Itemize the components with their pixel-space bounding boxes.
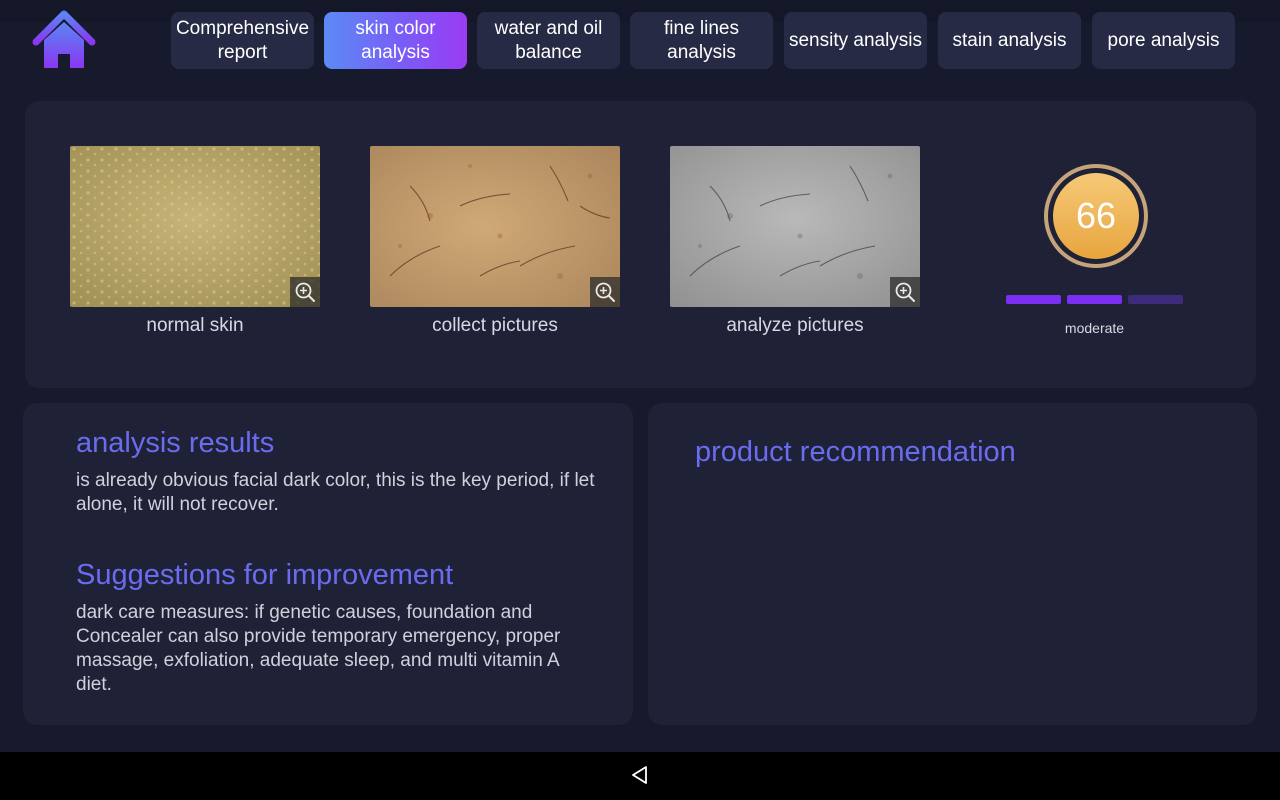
tab-stain-analysis[interactable]: stain analysis bbox=[938, 12, 1081, 69]
analysis-results-title: analysis results bbox=[76, 427, 275, 459]
analysis-results-text: is already obvious facial dark color, th… bbox=[76, 470, 595, 515]
zoom-button[interactable] bbox=[590, 277, 620, 307]
analyze-picture-image[interactable] bbox=[670, 146, 920, 307]
zoom-in-icon bbox=[895, 282, 915, 302]
back-triangle-icon bbox=[632, 766, 647, 784]
score-value: 66 bbox=[1075, 195, 1117, 236]
tab-skin-color-analysis[interactable]: skin color analysis bbox=[324, 12, 467, 69]
recommendation-panel: product recommendation bbox=[648, 403, 1257, 725]
tab-pore-analysis[interactable]: pore analysis bbox=[1092, 12, 1235, 69]
level-bar-segment-1 bbox=[1006, 295, 1061, 304]
level-bar-segment-3 bbox=[1128, 295, 1183, 304]
home-button[interactable] bbox=[32, 10, 96, 72]
image-caption: normal skin bbox=[146, 315, 244, 336]
collect-picture-image[interactable] bbox=[370, 146, 620, 307]
image-caption: collect pictures bbox=[432, 315, 558, 336]
zoom-button[interactable] bbox=[290, 277, 320, 307]
image-caption: analyze pictures bbox=[726, 315, 864, 336]
skin-texture bbox=[70, 146, 320, 307]
tab-label: water and oil balance bbox=[494, 17, 603, 63]
skin-texture bbox=[670, 146, 920, 307]
suggestions-title: Suggestions for improvement bbox=[76, 559, 454, 591]
level-bar-segment-2 bbox=[1067, 295, 1122, 304]
tab-label: pore analysis bbox=[1107, 29, 1220, 51]
normal-skin-image[interactable] bbox=[70, 146, 320, 307]
product-recommendation-title: product recommendation bbox=[695, 436, 1016, 468]
back-button[interactable] bbox=[629, 764, 651, 786]
tab-label: fine lines analysis bbox=[664, 17, 739, 63]
suggestions-text: dark care measures: if genetic causes, f… bbox=[76, 602, 561, 695]
level-label: moderate bbox=[1064, 320, 1125, 336]
tab-water-oil-balance[interactable]: water and oil balance bbox=[477, 12, 620, 69]
analysis-panel: analysis results is already obvious faci… bbox=[23, 403, 633, 725]
tab-label: skin color analysis bbox=[355, 17, 436, 63]
tab-sensity-analysis[interactable]: sensity analysis bbox=[784, 12, 927, 69]
tab-label: stain analysis bbox=[952, 29, 1067, 51]
tab-label: Comprehensive report bbox=[175, 17, 310, 63]
tab-comprehensive-report[interactable]: Comprehensive report bbox=[171, 12, 314, 69]
zoom-button[interactable] bbox=[890, 277, 920, 307]
image-panel: normal skin collect pictures analyze pic… bbox=[25, 101, 1256, 388]
zoom-in-icon bbox=[295, 282, 315, 302]
tab-label: sensity analysis bbox=[788, 29, 923, 51]
skin-texture bbox=[370, 146, 620, 307]
home-icon bbox=[32, 10, 96, 68]
zoom-in-icon bbox=[595, 282, 615, 302]
tab-fine-lines-analysis[interactable]: fine lines analysis bbox=[630, 12, 773, 69]
